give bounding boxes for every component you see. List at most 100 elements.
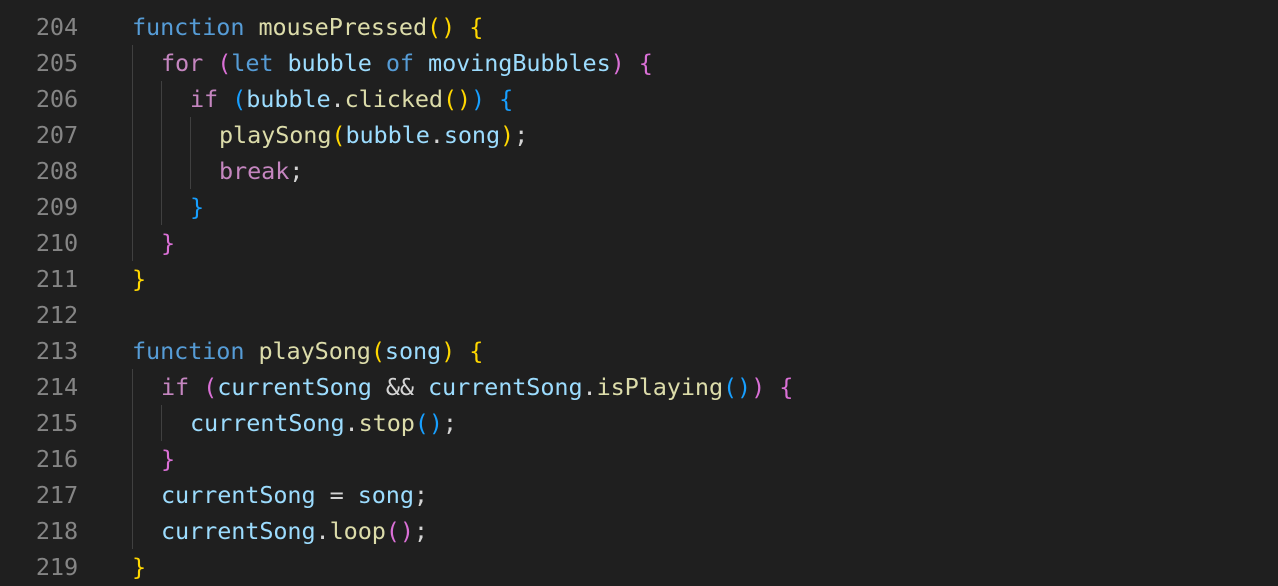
- code-token: if: [190, 85, 219, 113]
- line-number: 206: [35, 85, 78, 113]
- indent-guide: [132, 81, 133, 117]
- code-token: function: [132, 13, 245, 41]
- code-token: (: [370, 337, 385, 365]
- code-token: ;: [413, 517, 428, 545]
- code-text[interactable]: }: [190, 189, 204, 225]
- code-line[interactable]: 212: [0, 297, 1278, 333]
- code-text[interactable]: }: [161, 441, 175, 477]
- code-token: (): [723, 373, 752, 401]
- code-token: function: [132, 337, 245, 365]
- code-token: (): [442, 85, 472, 113]
- indent-guide: [161, 405, 162, 441]
- code-token: {: [499, 85, 514, 113]
- code-line[interactable]: 210}: [0, 225, 1278, 261]
- code-text[interactable]: currentSong = song;: [161, 477, 428, 513]
- code-line[interactable]: 211}: [0, 261, 1278, 297]
- code-token: (): [385, 517, 414, 545]
- code-token: }: [190, 193, 205, 221]
- code-token: ): [441, 337, 456, 365]
- code-line[interactable]: 217 currentSong = song;: [0, 477, 1278, 513]
- code-line[interactable]: 207 playSong(bubble.song);: [0, 117, 1278, 153]
- code-token: currentSong: [161, 517, 316, 545]
- code-token: song: [357, 481, 414, 509]
- indent-guide: [132, 117, 133, 153]
- code-token: {: [469, 337, 484, 365]
- line-number: 209: [35, 193, 78, 221]
- line-number: 215: [35, 409, 78, 437]
- code-token: currentSong: [161, 481, 316, 509]
- line-number: 211: [35, 265, 78, 293]
- code-token: }: [132, 265, 147, 293]
- line-number: 216: [35, 445, 78, 473]
- code-line[interactable]: 209}: [0, 189, 1278, 225]
- indent-guide: [132, 405, 133, 441]
- code-token: .: [344, 409, 359, 437]
- code-token: bubble: [345, 121, 430, 149]
- code-line[interactable]: 214 if (currentSong && currentSong.isPlay…: [0, 369, 1278, 405]
- code-token: if: [161, 373, 190, 401]
- indent-guide: [132, 441, 133, 477]
- code-text[interactable]: if (currentSong && currentSong.isPlaying…: [161, 369, 793, 405]
- code-editor[interactable]: 204 function mousePressed() { 205 for (let …: [0, 0, 1278, 586]
- code-token: song: [443, 121, 501, 149]
- code-token: (: [203, 373, 218, 401]
- code-token: currentSong: [217, 373, 372, 401]
- code-line[interactable]: 219}: [0, 549, 1278, 585]
- code-token: (: [232, 85, 247, 113]
- line-number: 207: [35, 121, 78, 149]
- code-token: }: [132, 553, 147, 581]
- indent-guide: [132, 369, 133, 405]
- code-text[interactable]: }: [132, 549, 146, 585]
- indent-guide: [132, 189, 133, 225]
- code-token: ): [610, 49, 625, 77]
- indent-guide: [132, 225, 133, 261]
- line-number: 213: [35, 337, 78, 365]
- code-token: .: [330, 85, 345, 113]
- indent-guide: [132, 513, 133, 549]
- code-text[interactable]: function mousePressed() {: [132, 9, 483, 45]
- indent-guide: [161, 81, 162, 117]
- code-text[interactable]: function playSong(song) {: [132, 333, 483, 369]
- code-token: .: [582, 373, 597, 401]
- code-line[interactable]: 206 if (bubble.clicked()) {: [0, 81, 1278, 117]
- code-text[interactable]: }: [132, 261, 146, 297]
- code-text[interactable]: currentSong.loop();: [161, 513, 428, 549]
- code-text[interactable]: if (bubble.clicked()) {: [190, 81, 513, 117]
- code-line[interactable]: 218 currentSong.loop();: [0, 513, 1278, 549]
- code-token: let: [231, 49, 274, 77]
- code-token: playSong: [258, 337, 371, 365]
- line-number: 217: [35, 481, 78, 509]
- code-text[interactable]: currentSong.stop();: [190, 405, 457, 441]
- indent-guide: [132, 153, 133, 189]
- line-number: 210: [35, 229, 78, 257]
- indent-guide: [132, 45, 133, 81]
- code-line[interactable]: 205 for (let bubble of movingBubbles) {: [0, 45, 1278, 81]
- indent-guide: [190, 117, 191, 153]
- line-number: 214: [35, 373, 78, 401]
- code-token: bubble: [246, 85, 331, 113]
- line-number: 205: [35, 49, 78, 77]
- code-text[interactable]: }: [161, 225, 175, 261]
- code-token: ): [500, 121, 515, 149]
- code-token: }: [161, 445, 176, 473]
- code-line[interactable]: 216}: [0, 441, 1278, 477]
- code-text[interactable]: playSong(bubble.song);: [219, 117, 528, 153]
- code-text[interactable]: for (let bubble of movingBubbles) {: [161, 45, 653, 81]
- code-text[interactable]: break;: [219, 153, 303, 189]
- code-token: of: [385, 49, 414, 77]
- code-line[interactable]: 208 break;: [0, 153, 1278, 189]
- code-token: bubble: [287, 49, 372, 77]
- code-token: song: [384, 337, 442, 365]
- code-token: ): [471, 85, 486, 113]
- code-line[interactable]: 213 function playSong(song) {: [0, 333, 1278, 369]
- code-token: movingBubbles: [428, 49, 611, 77]
- code-line[interactable]: 215 currentSong.stop();: [0, 405, 1278, 441]
- code-line[interactable]: 204 function mousePressed() {: [0, 9, 1278, 45]
- indent-guide: [161, 189, 162, 225]
